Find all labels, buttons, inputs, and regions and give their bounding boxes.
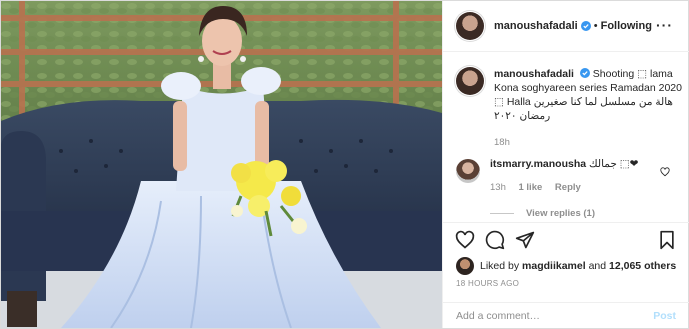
comment-time[interactable]: 13h	[490, 182, 506, 193]
bookmark-icon[interactable]	[657, 230, 677, 250]
verified-badge-icon	[580, 21, 591, 31]
view-replies-button[interactable]: View replies (1)	[490, 208, 595, 219]
caption-username[interactable]: manoushafadali	[494, 68, 574, 80]
likes-prefix: Liked by	[480, 260, 520, 272]
post-caption: manoushafadali Shooting ⬚ lama Kona sogh…	[456, 67, 684, 150]
verified-badge-icon	[579, 68, 590, 78]
instagram-post: manoushafadali • Following ··· manoushaf…	[0, 0, 689, 329]
comment-meta: 13h 1 like Reply	[490, 181, 660, 195]
likes-others[interactable]: 12,065 others	[609, 260, 676, 272]
bride-photo	[1, 1, 442, 328]
comment-icon[interactable]	[485, 230, 505, 250]
liker-username[interactable]: magdiikamel	[522, 260, 586, 272]
post-sidebar: manoushafadali • Following ··· manoushaf…	[442, 1, 689, 328]
replies-divider	[490, 213, 514, 214]
header-separator: •	[593, 20, 598, 32]
paper-plane-icon[interactable]	[515, 230, 535, 250]
post-header: manoushafadali • Following ···	[443, 1, 689, 52]
view-replies-label: View replies (1)	[526, 208, 595, 219]
caption-avatar[interactable]	[456, 67, 484, 95]
commenter-avatar[interactable]	[456, 159, 480, 183]
commenter-username[interactable]: itsmarry.manousha	[490, 158, 586, 170]
likes-mid: and	[588, 260, 607, 272]
author-username[interactable]: manoushafadali	[494, 20, 578, 32]
caption-time[interactable]: 18h	[494, 136, 684, 150]
comment-like-heart-icon[interactable]	[660, 167, 670, 177]
post-photo[interactable]	[1, 1, 442, 328]
comment-input[interactable]	[456, 310, 654, 322]
ellipsis-icon[interactable]: ···	[656, 18, 673, 32]
likes-summary: Liked by magdiikamel and 12,065 others	[456, 257, 676, 275]
post-timestamp[interactable]: 18 HOURS AGO	[456, 279, 519, 288]
comment-likes[interactable]: 1 like	[519, 182, 543, 193]
add-comment-bar: Post	[443, 302, 689, 329]
following-button[interactable]: Following	[601, 20, 652, 32]
heart-icon[interactable]	[455, 230, 475, 250]
comment-text: جمالك ⬚❤	[589, 158, 639, 170]
post-actions: Liked by magdiikamel and 12,065 others 1…	[443, 222, 689, 328]
author-avatar[interactable]	[456, 12, 484, 40]
reply-button[interactable]: Reply	[555, 182, 581, 193]
comment-item: itsmarry.manousha جمالك ⬚❤ 13h 1 like Re…	[456, 157, 684, 195]
post-comment-button[interactable]: Post	[653, 310, 676, 322]
liker-avatar[interactable]	[456, 257, 474, 275]
